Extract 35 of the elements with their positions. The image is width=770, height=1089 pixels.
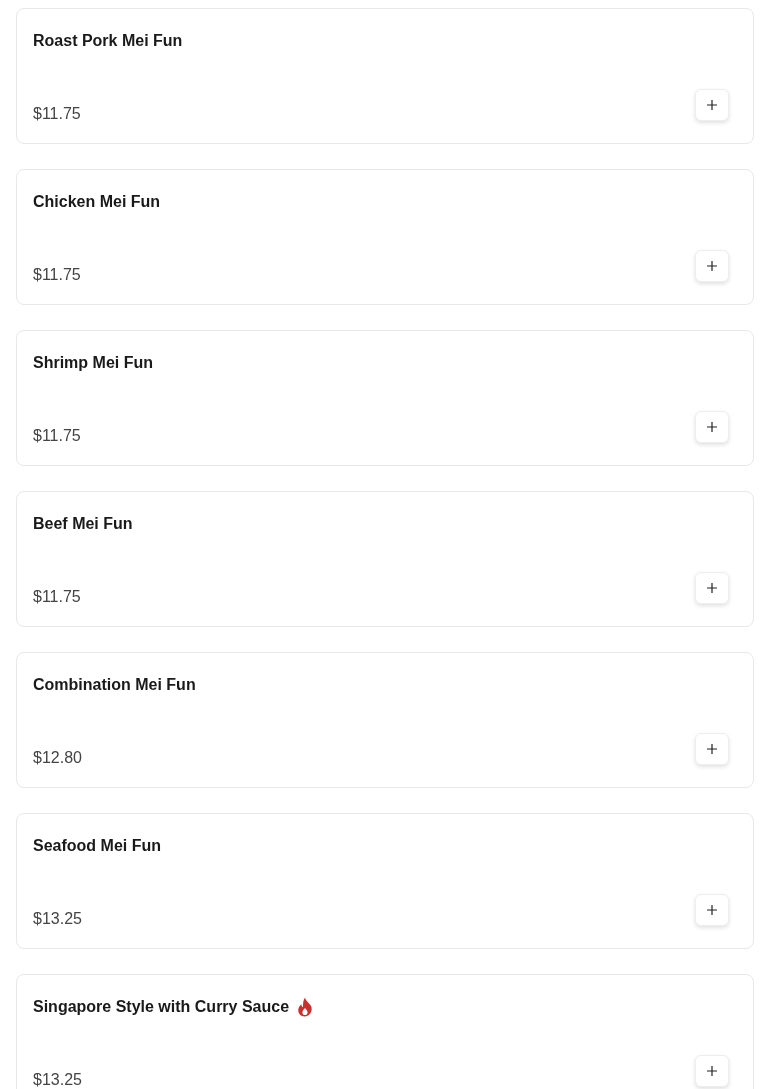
- item-name: Singapore Style with Curry Sauce: [33, 998, 290, 1016]
- item-name: Beef Mei Fun: [33, 515, 133, 533]
- plus-icon: [707, 100, 717, 110]
- plus-icon: [707, 1066, 717, 1076]
- item-price: $13.25: [33, 1070, 82, 1089]
- item-name: Seafood Mei Fun: [33, 837, 161, 855]
- add-button[interactable]: [695, 89, 729, 121]
- plus-icon: [707, 422, 717, 432]
- item-price: $13.25: [33, 909, 82, 929]
- menu-item-card[interactable]: Beef Mei Fun $11.75: [16, 491, 754, 627]
- item-name: Roast Pork Mei Fun: [33, 32, 183, 50]
- add-button[interactable]: [695, 1055, 729, 1087]
- menu-item-card[interactable]: Roast Pork Mei Fun $11.75: [16, 8, 754, 144]
- item-price: $11.75: [33, 265, 81, 285]
- item-name: Chicken Mei Fun: [33, 193, 161, 211]
- plus-icon: [707, 261, 717, 271]
- menu-item-card[interactable]: Seafood Mei Fun $13.25: [16, 813, 754, 949]
- item-price: $12.80: [33, 748, 82, 768]
- menu-item-card[interactable]: Chicken Mei Fun $11.75: [16, 169, 754, 305]
- add-button[interactable]: [695, 733, 729, 765]
- plus-icon: [707, 905, 717, 915]
- menu-item-card[interactable]: Combination Mei Fun $12.80: [16, 652, 754, 788]
- item-name: Combination Mei Fun: [33, 676, 196, 694]
- menu-item-card[interactable]: Singapore Style with Curry Sauce $13.25: [16, 974, 754, 1089]
- item-name: Shrimp Mei Fun: [33, 354, 153, 372]
- menu-item-card[interactable]: Shrimp Mei Fun $11.75: [16, 330, 754, 466]
- add-button[interactable]: [695, 411, 729, 443]
- add-button[interactable]: [695, 572, 729, 604]
- item-price: $11.75: [33, 426, 81, 446]
- item-price: $11.75: [33, 587, 81, 607]
- add-button[interactable]: [695, 894, 729, 926]
- plus-icon: [707, 583, 717, 593]
- add-button[interactable]: [695, 250, 729, 282]
- item-price: $11.75: [33, 104, 81, 124]
- plus-icon: [707, 744, 717, 754]
